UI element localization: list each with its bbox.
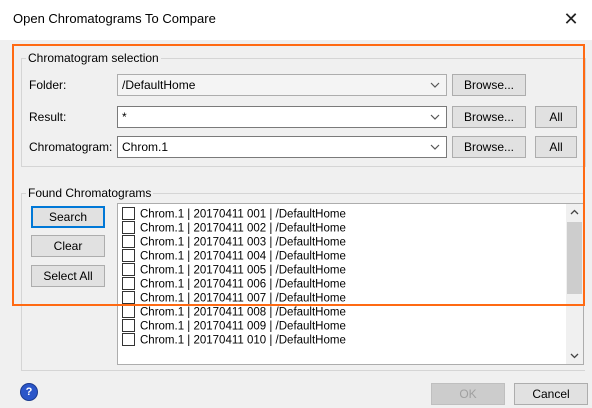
chevron-down-icon[interactable] xyxy=(566,347,583,364)
chromatogram-all-button[interactable]: All xyxy=(535,136,577,158)
clear-button[interactable]: Clear xyxy=(31,235,105,257)
checkbox[interactable] xyxy=(122,291,135,304)
checkbox[interactable] xyxy=(122,319,135,332)
checkbox[interactable] xyxy=(122,207,135,220)
checkbox[interactable] xyxy=(122,221,135,234)
list-item-label: Chrom.1 | 20170411 009 | /DefaultHome xyxy=(140,320,346,333)
list-item-label: Chrom.1 | 20170411 004 | /DefaultHome xyxy=(140,250,346,263)
list-item[interactable]: Chrom.1 | 20170411 005 | /DefaultHome xyxy=(122,263,346,277)
list-item[interactable]: Chrom.1 | 20170411 004 | /DefaultHome xyxy=(122,249,346,263)
checkbox[interactable] xyxy=(122,263,135,276)
list-item-label: Chrom.1 | 20170411 006 | /DefaultHome xyxy=(140,278,346,291)
list-item[interactable]: Chrom.1 | 20170411 001 | /DefaultHome xyxy=(122,207,346,221)
select-all-button[interactable]: Select All xyxy=(31,265,105,287)
cancel-button[interactable]: Cancel xyxy=(514,383,588,405)
result-value: * xyxy=(122,110,127,124)
list-item[interactable]: Chrom.1 | 20170411 009 | /DefaultHome xyxy=(122,319,346,333)
chevron-down-icon xyxy=(430,82,440,88)
found-chromatograms-list[interactable]: Chrom.1 | 20170411 001 | /DefaultHome Ch… xyxy=(117,203,584,365)
chevron-down-icon xyxy=(430,114,440,120)
list-item-label: Chrom.1 | 20170411 010 | /DefaultHome xyxy=(140,334,346,347)
list-item-label: Chrom.1 | 20170411 005 | /DefaultHome xyxy=(140,264,346,277)
checkbox[interactable] xyxy=(122,305,135,318)
folder-browse-button[interactable]: Browse... xyxy=(452,74,526,96)
folder-value: /DefaultHome xyxy=(122,78,196,92)
help-icon[interactable]: ? xyxy=(21,384,37,400)
search-button[interactable]: Search xyxy=(31,206,105,228)
title-bar: Open Chromatograms To Compare ✕ xyxy=(0,0,592,40)
chromatogram-combo[interactable]: Chrom.1 xyxy=(117,136,447,158)
close-icon[interactable]: ✕ xyxy=(560,8,582,30)
chromatogram-label: Chromatogram: xyxy=(29,140,113,154)
result-label: Result: xyxy=(29,110,67,124)
list-item[interactable]: Chrom.1 | 20170411 010 | /DefaultHome xyxy=(122,333,346,347)
chromatogram-value: Chrom.1 xyxy=(122,140,169,154)
chromatogram-browse-button[interactable]: Browse... xyxy=(452,136,526,158)
list-item[interactable]: Chrom.1 | 20170411 007 | /DefaultHome xyxy=(122,291,346,305)
folder-combo[interactable]: /DefaultHome xyxy=(117,74,447,96)
found-chromatograms-legend: Found Chromatograms xyxy=(26,186,154,200)
list-item-label: Chrom.1 | 20170411 003 | /DefaultHome xyxy=(140,236,346,249)
checkbox[interactable] xyxy=(122,235,135,248)
list-item-label: Chrom.1 | 20170411 001 | /DefaultHome xyxy=(140,208,346,221)
window-title: Open Chromatograms To Compare xyxy=(13,11,216,26)
result-all-button[interactable]: All xyxy=(535,106,577,128)
list-item[interactable]: Chrom.1 | 20170411 002 | /DefaultHome xyxy=(122,221,346,235)
chromatogram-selection-legend: Chromatogram selection xyxy=(26,51,161,65)
vertical-scrollbar[interactable] xyxy=(566,204,583,364)
scrollbar-thumb[interactable] xyxy=(567,222,582,294)
chevron-down-icon xyxy=(430,144,440,150)
ok-button[interactable]: OK xyxy=(431,383,505,405)
checkbox[interactable] xyxy=(122,249,135,262)
list-item[interactable]: Chrom.1 | 20170411 006 | /DefaultHome xyxy=(122,277,346,291)
result-combo[interactable]: * xyxy=(117,106,447,128)
list-item[interactable]: Chrom.1 | 20170411 003 | /DefaultHome xyxy=(122,235,346,249)
list-item-label: Chrom.1 | 20170411 008 | /DefaultHome xyxy=(140,306,346,319)
folder-label: Folder: xyxy=(29,78,67,92)
checkbox[interactable] xyxy=(122,333,135,346)
chevron-up-icon[interactable] xyxy=(566,204,583,221)
list-item[interactable]: Chrom.1 | 20170411 008 | /DefaultHome xyxy=(122,305,346,319)
list-item-label: Chrom.1 | 20170411 002 | /DefaultHome xyxy=(140,222,346,235)
list-item-label: Chrom.1 | 20170411 007 | /DefaultHome xyxy=(140,292,346,305)
checkbox[interactable] xyxy=(122,277,135,290)
result-browse-button[interactable]: Browse... xyxy=(452,106,526,128)
